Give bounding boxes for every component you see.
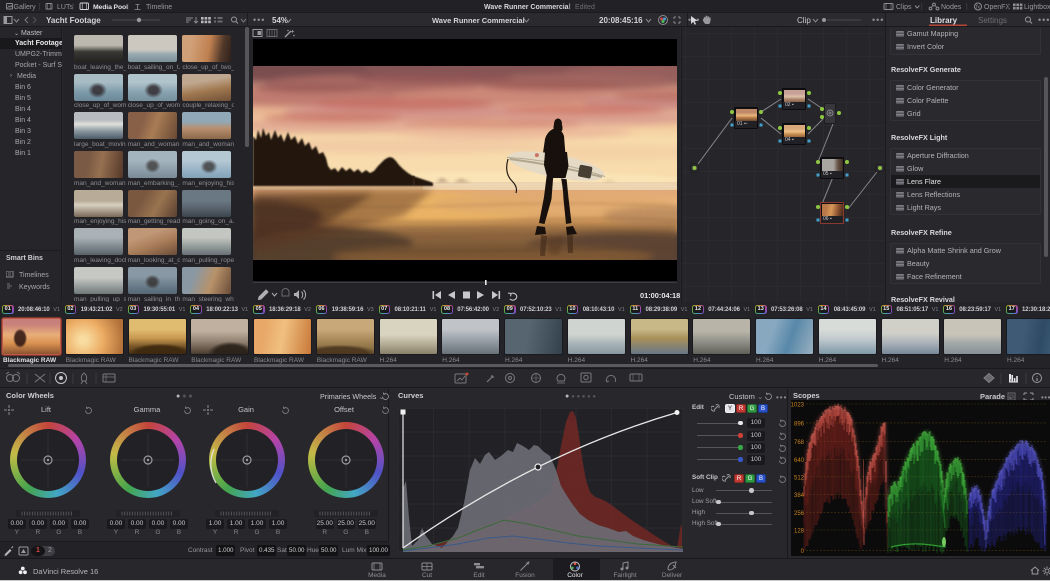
svg-text:640: 640 [794,458,805,464]
svg-text:•••: ••• [1038,15,1050,25]
svg-text:Yacht Footage: Yacht Footage [46,16,101,25]
svg-text:Wave Runner Commercial: Wave Runner Commercial [484,4,571,11]
svg-text:128: 128 [794,529,805,535]
svg-text:256: 256 [794,511,805,517]
svg-text:Settings: Settings [978,16,1007,25]
svg-text:Media Pool: Media Pool [93,4,128,11]
svg-text:896: 896 [794,421,805,427]
svg-text:384: 384 [794,493,805,499]
svg-text:Nodes: Nodes [941,4,962,11]
svg-text:Wave Runner Commercial: Wave Runner Commercial [432,16,525,25]
svg-text:Library: Library [930,16,958,25]
svg-text:01:00:04:18: 01:00:04:18 [640,291,680,300]
svg-text:Clip: Clip [797,16,811,25]
svg-text:Clips: Clips [896,4,912,11]
svg-text:512: 512 [794,475,805,481]
svg-text:Gallery: Gallery [14,4,37,11]
svg-text:768: 768 [794,440,805,446]
svg-text:20:08:45:16: 20:08:45:16 [599,16,643,25]
svg-text:•••: ••• [253,15,265,25]
svg-text:fx: fx [976,5,980,11]
svg-text:LUTs: LUTs [57,4,73,11]
svg-text:•••: ••• [872,15,884,25]
svg-text:Timeline: Timeline [146,4,172,11]
svg-text:1023: 1023 [791,403,805,409]
svg-text:OpenFX: OpenFX [984,4,1010,11]
svg-text:Edited: Edited [575,4,595,11]
svg-text:Lightbox: Lightbox [1024,4,1050,11]
svg-text:54%: 54% [272,16,288,25]
